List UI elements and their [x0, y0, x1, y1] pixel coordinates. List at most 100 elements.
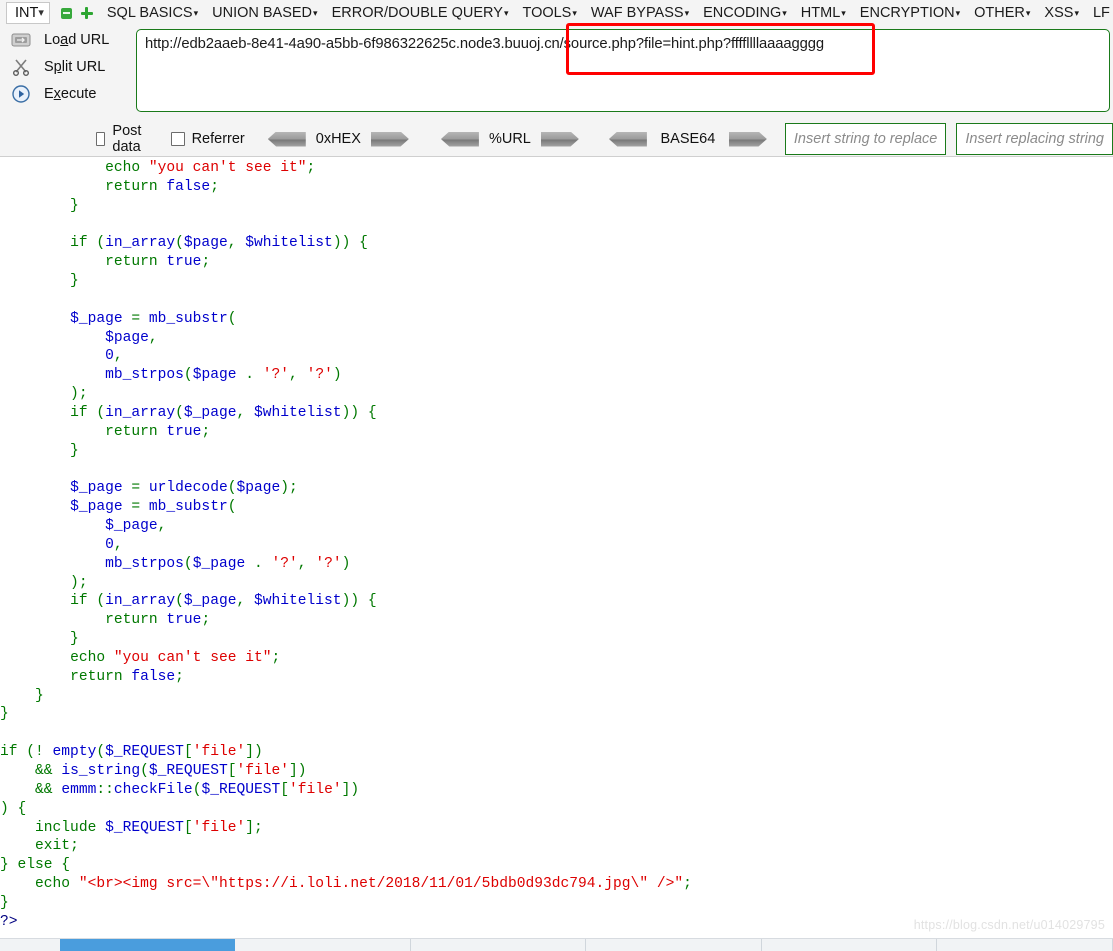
- base64-encode-arrow-icon[interactable]: [729, 132, 767, 147]
- url-decode-arrow-icon[interactable]: [441, 132, 479, 147]
- taskbar-item[interactable]: [762, 939, 938, 951]
- checkbox-post-data[interactable]: Post data: [96, 123, 148, 155]
- url-textarea[interactable]: http://edb2aaeb-8e41-4a90-a5bb-6f9863226…: [136, 29, 1110, 112]
- code-token: false: [166, 178, 211, 195]
- execute-icon: [10, 84, 32, 104]
- menu-item-tools[interactable]: TOOLS▾: [522, 5, 576, 21]
- code-token: echo: [105, 160, 141, 176]
- menu-item-label: WAF BYPASS: [590, 5, 684, 21]
- menu-item-lf[interactable]: LF: [1093, 5, 1110, 21]
- taskbar-item[interactable]: [586, 939, 762, 951]
- code-token: $_REQUEST: [201, 781, 281, 798]
- encoder-base64: BASE64: [609, 131, 767, 147]
- code-token: false: [131, 668, 176, 685]
- code-token: [: [183, 744, 193, 761]
- replace-string-input[interactable]: Insert string to replace: [784, 123, 947, 155]
- menu-item-label: ERROR/DOUBLE QUERY: [331, 5, 503, 21]
- php-source-code: echo "you can't see it"; return false; }…: [0, 157, 1113, 932]
- caret-down-icon: ▾: [313, 7, 318, 18]
- code-token: }: [0, 442, 79, 459]
- menu-item-encoding[interactable]: ENCODING▾: [703, 5, 787, 21]
- taskbar-item[interactable]: [235, 939, 411, 951]
- code-token: }: [0, 894, 9, 911]
- menu-item-html[interactable]: HTML▾: [801, 5, 846, 21]
- code-token: in_array: [105, 593, 176, 610]
- code-token: $_page: [70, 310, 123, 327]
- post-data-checkbox[interactable]: [96, 132, 106, 146]
- menu-item-union-based[interactable]: UNION BASED▾: [212, 5, 317, 21]
- code-token: ]): [289, 763, 307, 779]
- code-token: ?>: [0, 913, 18, 930]
- base64-decode-arrow-icon[interactable]: [609, 132, 647, 147]
- code-token: mb_substr: [148, 499, 228, 516]
- menu-item-label: OTHER: [974, 5, 1025, 21]
- code-token: 0: [105, 536, 114, 553]
- menu-item-error-double-query[interactable]: ERROR/DOUBLE QUERY▾: [332, 5, 509, 21]
- code-token: $page: [183, 235, 228, 252]
- replacing-string-input[interactable]: Insert replacing string: [956, 123, 1113, 155]
- code-token: &&: [0, 763, 62, 779]
- code-token: $_page: [192, 555, 246, 572]
- menu-item-encryption[interactable]: ENCRYPTION▾: [860, 5, 960, 21]
- caret-down-icon: ▾: [1074, 7, 1079, 18]
- hex-decode-arrow-icon[interactable]: [268, 132, 306, 147]
- code-token: ]): [341, 781, 360, 798]
- code-token: ;: [201, 423, 211, 440]
- code-token: ::: [96, 781, 114, 798]
- checkbox-referrer[interactable]: Referrer: [170, 131, 245, 147]
- code-token: ;: [271, 649, 281, 666]
- menu-item-xss[interactable]: XSS▾: [1044, 5, 1079, 21]
- code-token: }: [0, 857, 18, 874]
- code-token: [: [227, 763, 237, 779]
- code-token: $whitelist: [253, 404, 342, 421]
- code-token: ): [341, 555, 351, 572]
- plus-icon[interactable]: [80, 7, 93, 19]
- menu-item-sql-basics[interactable]: SQL BASICS▾: [107, 5, 198, 21]
- hex-encode-arrow-icon[interactable]: [371, 132, 409, 147]
- code-token: [: [280, 781, 290, 798]
- code-token: include: [35, 819, 97, 836]
- code-token: )) {: [341, 404, 377, 421]
- code-token: }: [0, 706, 9, 723]
- menu-item-label: LF: [1092, 5, 1110, 21]
- split-url-icon: [10, 57, 32, 77]
- menu-item-other[interactable]: OTHER▾: [974, 5, 1030, 21]
- code-token: $_page: [105, 518, 158, 535]
- taskbar-item[interactable]: [937, 939, 1113, 951]
- action-split-url[interactable]: Split URL: [0, 53, 133, 80]
- code-token: "you can't see it": [113, 649, 272, 666]
- caret-down-icon: ▾: [1025, 7, 1031, 18]
- code-token: empty: [52, 744, 97, 761]
- action-load-url[interactable]: Load URL: [0, 26, 133, 53]
- code-token: $whitelist: [253, 593, 342, 610]
- code-token: ;: [175, 668, 184, 685]
- code-token: $whitelist: [245, 235, 333, 252]
- code-token: $page: [192, 367, 237, 384]
- referrer-checkbox[interactable]: [170, 132, 185, 146]
- url-label: %URL: [488, 131, 531, 147]
- type-selector-value: INT: [15, 5, 39, 21]
- code-token: (: [175, 593, 184, 610]
- taskbar-item[interactable]: [411, 939, 587, 951]
- post-data-label: Post data: [112, 123, 142, 155]
- action-execute[interactable]: Execute: [0, 80, 133, 107]
- taskbar-item-active[interactable]: [59, 939, 236, 951]
- type-selector[interactable]: INT ▾: [6, 2, 50, 24]
- code-token: in_array: [105, 404, 176, 421]
- menu-items: SQL BASICS▾ UNION BASED▾ ERROR/DOUBLE QUER…: [107, 5, 1113, 21]
- code-token: $_page: [70, 499, 123, 516]
- code-token: ]): [245, 744, 263, 761]
- minus-square-icon[interactable]: [60, 7, 72, 19]
- code-token: ,: [289, 367, 307, 384]
- menu-item-waf-bypass[interactable]: WAF BYPASS▾: [591, 5, 689, 21]
- code-token: ;: [683, 876, 692, 893]
- code-token: );: [0, 574, 88, 591]
- url-encode-arrow-icon[interactable]: [541, 132, 579, 147]
- php-source-view: echo "you can't see it"; return false; }…: [0, 157, 1113, 932]
- code-token: $_page: [183, 593, 237, 610]
